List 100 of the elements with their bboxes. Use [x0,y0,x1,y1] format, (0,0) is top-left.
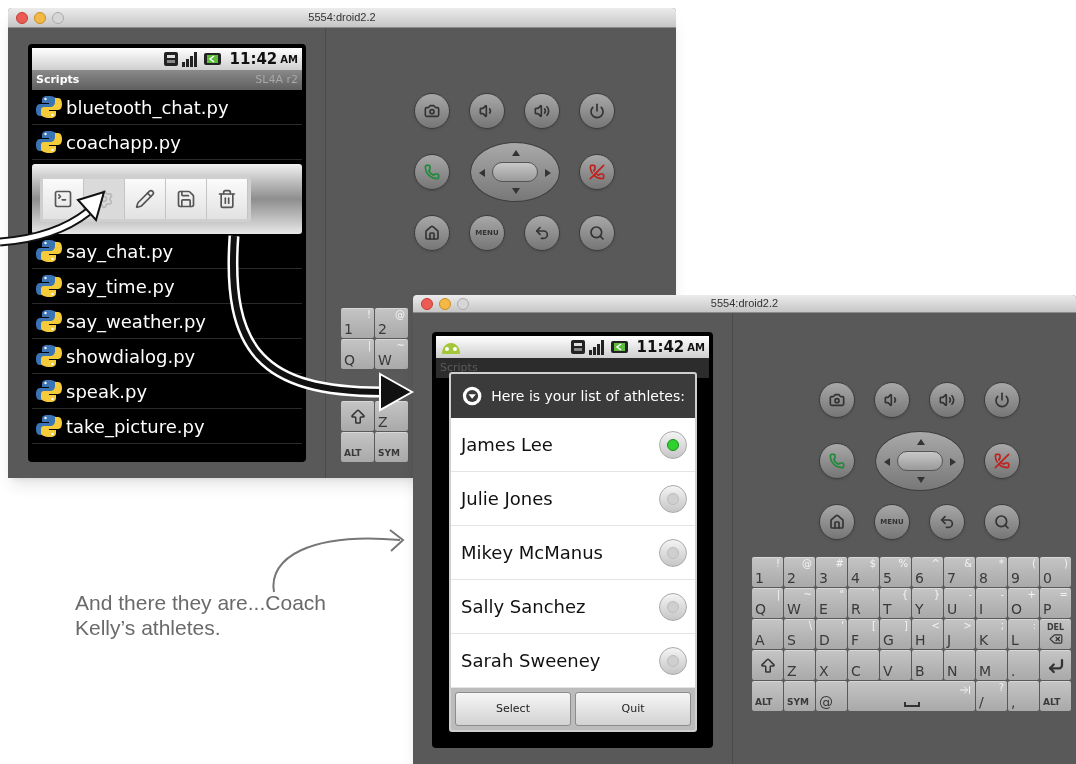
keyboard-key[interactable]: N [944,650,975,680]
keyboard-key[interactable]: ALT [752,681,783,711]
keyboard-key[interactable]: O + [1008,588,1039,618]
keyboard-key[interactable]: . [1008,650,1039,680]
camera-button[interactable] [414,93,450,129]
home-button[interactable] [414,215,450,251]
keyboard-key[interactable]: R ` [848,588,879,618]
radio-button[interactable] [659,484,687,513]
hang-up-button[interactable] [984,443,1020,479]
enter-key[interactable] [1040,650,1071,680]
script-row[interactable]: showdialog.py [32,339,302,374]
keyboard-key[interactable]: L : [1008,619,1039,649]
keyboard-key[interactable]: 7 & [944,557,975,587]
script-row[interactable]: coachapp.py [32,125,302,160]
search-button[interactable] [579,215,615,251]
athlete-option[interactable]: Mikey McManus [451,526,695,580]
keyboard-key[interactable]: SYM [784,681,815,711]
keyboard-key[interactable]: 5 % [880,557,911,587]
dialog-button[interactable]: Quit [575,692,691,726]
script-icon [36,413,62,439]
keyboard-key[interactable]: C [848,650,879,680]
keyboard-key[interactable]: Y } [912,588,943,618]
keyboard-key[interactable]: SYM [375,432,408,462]
keyboard-key[interactable]: A [752,619,783,649]
volume-up-button[interactable] [929,382,965,418]
volume-down-button[interactable] [874,382,910,418]
script-row[interactable]: say_chat.py [32,234,302,269]
volume-down-button[interactable] [469,93,505,129]
radio-button[interactable] [659,592,687,621]
save-tool-button[interactable] [166,179,207,219]
keyboard-key[interactable]: 9 ( [1008,557,1039,587]
keyboard-key[interactable]: T { [880,588,911,618]
script-row[interactable]: say_weather.py [32,304,302,339]
keyboard-key[interactable]: 2 @ [784,557,815,587]
keyboard-key[interactable]: 2 @ [375,308,408,338]
back-button[interactable] [929,504,965,540]
phone-button[interactable] [819,443,855,479]
camera-button[interactable] [819,382,855,418]
script-row[interactable]: say_time.py [32,269,302,304]
keyboard-key[interactable]: W ~ [375,339,408,369]
close-button[interactable] [16,11,28,24]
keyboard-key[interactable]: / ? [976,681,1007,711]
phone-button[interactable] [414,154,450,190]
keyboard-key[interactable]: 6 ^ [912,557,943,587]
keyboard-key[interactable]: 1 ! [752,557,783,587]
keyboard-key[interactable]: V [880,650,911,680]
keyboard-key[interactable]: H < [912,619,943,649]
script-row[interactable]: bluetooth_chat.py [32,90,302,125]
pencil-tool-button[interactable] [125,179,166,219]
keyboard-key[interactable]: 8 * [976,557,1007,587]
keyboard-key[interactable]: P = [1040,588,1071,618]
script-row[interactable]: speak.py [32,374,302,409]
radio-button[interactable] [659,646,687,675]
keyboard-key[interactable]: 0 ) [1040,557,1071,587]
keyboard-key[interactable]: @ [816,681,847,711]
keyboard-key[interactable]: M [976,650,1007,680]
radio-button[interactable] [659,538,687,567]
keyboard-key[interactable]: J > [944,619,975,649]
center-button[interactable] [896,451,943,471]
keyboard-key[interactable]: ALT [341,432,374,462]
keyboard-key[interactable]: Q | [752,588,783,618]
keyboard-key[interactable]: I - [976,588,1007,618]
keyboard-key[interactable]: 4 $ [848,557,879,587]
keyboard-key[interactable]: U - [944,588,975,618]
shift-key[interactable] [752,650,783,680]
keyboard-key[interactable]: X [816,650,847,680]
shift-key[interactable] [341,401,374,431]
back-button[interactable] [524,215,560,251]
power-button[interactable] [984,382,1020,418]
center-button[interactable] [491,162,538,182]
keyboard-key[interactable]: , [1008,681,1039,711]
volume-up-button[interactable] [524,93,560,129]
dialog-button[interactable]: Select [455,692,571,726]
script-row[interactable]: take_picture.py [32,409,302,444]
hang-up-button[interactable] [579,154,615,190]
keyboard-key[interactable]: 3 # [816,557,847,587]
radio-button[interactable] [659,430,687,459]
close-button[interactable] [421,297,433,310]
keyboard-key[interactable]: Z [784,650,815,680]
power-button[interactable] [579,93,615,129]
athlete-option[interactable]: James Lee [451,418,695,472]
camera-icon [424,103,440,119]
keyboard-key[interactable]: G ] [880,619,911,649]
keyboard-key[interactable]: 1 ! [341,308,374,338]
keyboard-key[interactable]: S \ [784,619,815,649]
search-button[interactable] [984,504,1020,540]
keyboard-key[interactable]: E " [816,588,847,618]
keyboard-key[interactable]: K ; [976,619,1007,649]
athlete-option[interactable]: Sally Sanchez [451,580,695,634]
keyboard-key[interactable]: B [912,650,943,680]
athlete-option[interactable]: Julie Jones [451,472,695,526]
home-button[interactable] [819,504,855,540]
keyboard-key[interactable]: F [ [848,619,879,649]
keyboard-key[interactable]: W ~ [784,588,815,618]
keyboard-key[interactable]: Q | [341,339,374,369]
terminal-tool-button[interactable] [43,179,84,219]
trash-tool-button[interactable] [207,179,248,219]
keyboard-key[interactable]: ALT [1040,681,1071,711]
delete-key[interactable]: DEL [1040,619,1071,649]
keyboard-key[interactable]: D ' [816,619,847,649]
